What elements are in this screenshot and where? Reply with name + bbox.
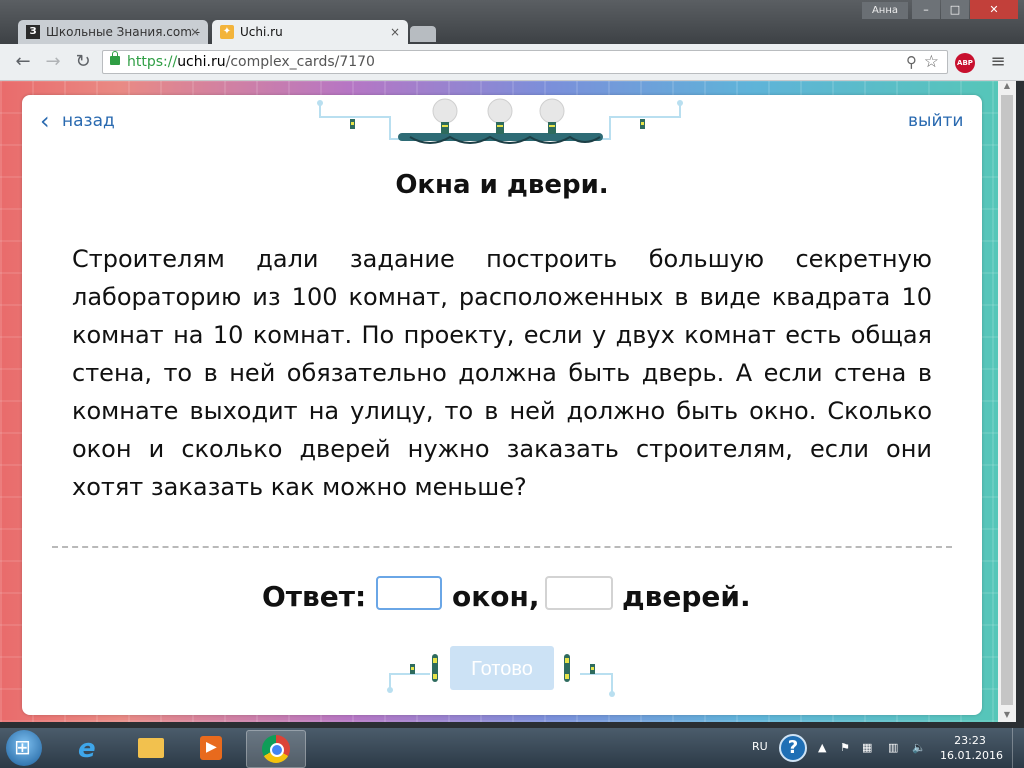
- bookmark-star-icon[interactable]: ☆: [924, 52, 939, 72]
- network-icon[interactable]: ▥: [888, 741, 898, 754]
- answer-row: Ответ: окон, дверей.: [0, 576, 1024, 620]
- scroll-up-icon[interactable]: ▲: [998, 81, 1016, 93]
- file-explorer-icon[interactable]: [124, 730, 176, 766]
- forward-button[interactable]: →: [42, 51, 64, 73]
- exit-link[interactable]: выйти: [908, 110, 963, 132]
- task-title: Окна и двери.: [395, 170, 609, 200]
- address-bar[interactable]: https://uchi.ru/complex_cards/7170 ⚲ ☆: [102, 50, 948, 74]
- chevron-left-icon: ‹: [40, 107, 50, 135]
- clock-date: 16.01.2016: [940, 749, 1003, 762]
- tab-uchi-ru[interactable]: ✦ Uchi.ru ×: [212, 20, 408, 44]
- minimize-button[interactable]: –: [912, 0, 940, 19]
- tab-shkolnye-znaniya[interactable]: З Школьные Знания.com - ×: [18, 20, 208, 44]
- page-scrollbar[interactable]: ▲ ▼: [998, 81, 1016, 722]
- task-text: Строителям дали задание построить большу…: [72, 245, 932, 501]
- show-hidden-icons-icon[interactable]: ▲: [818, 741, 826, 754]
- browser-toolbar: ← → ↻ https://uchi.ru/complex_cards/7170…: [0, 44, 1024, 81]
- reload-button[interactable]: ↻: [72, 51, 94, 73]
- url-text[interactable]: https://uchi.ru/complex_cards/7170: [127, 51, 375, 73]
- system-clock[interactable]: 23:23 16.01.2016: [940, 733, 1003, 763]
- windows-taskbar: e RU ? ▲ ⚑ ▦ ▥ 🔈 23:23 16.01.2016: [0, 728, 1024, 768]
- windows-count-input[interactable]: [376, 576, 442, 610]
- start-button[interactable]: [6, 730, 42, 766]
- help-icon[interactable]: ?: [779, 734, 807, 762]
- clock-time: 23:23: [954, 734, 986, 747]
- dashed-divider: [52, 546, 952, 548]
- windows-update-icon[interactable]: ▦: [862, 741, 872, 754]
- profile-name[interactable]: Анна: [862, 2, 908, 19]
- lock-icon: [110, 51, 120, 65]
- windows-word: окон,: [452, 580, 540, 613]
- scroll-down-icon[interactable]: ▼: [998, 710, 1016, 722]
- doors-word: дверей.: [622, 580, 751, 613]
- internet-explorer-icon[interactable]: e: [64, 730, 116, 766]
- show-desktop-button[interactable]: [1012, 728, 1024, 768]
- chrome-menu-icon[interactable]: ≡: [990, 52, 1006, 72]
- light-bulbs-progress-icon: [317, 98, 683, 144]
- back-button[interactable]: ←: [12, 51, 34, 73]
- back-label: назад: [62, 111, 115, 131]
- uchi-favicon-icon: ✦: [220, 25, 234, 39]
- maximize-button[interactable]: □: [941, 0, 969, 19]
- tab-title: Школьные Знания.com -: [46, 25, 201, 39]
- media-player-icon[interactable]: [184, 730, 236, 766]
- tab-close-icon[interactable]: ×: [190, 20, 200, 44]
- znanija-favicon-icon: З: [26, 25, 40, 39]
- tab-title: Uchi.ru: [240, 25, 283, 39]
- zoom-icon[interactable]: ⚲: [906, 53, 917, 71]
- close-window-button[interactable]: ✕: [970, 0, 1018, 19]
- language-indicator[interactable]: RU: [752, 740, 768, 753]
- tab-close-icon[interactable]: ×: [390, 20, 400, 44]
- doors-count-input[interactable]: [545, 576, 613, 610]
- answer-label: Ответ:: [262, 580, 367, 613]
- ready-button[interactable]: Готово: [450, 646, 554, 690]
- new-tab-button[interactable]: [410, 26, 436, 42]
- chrome-taskbar-icon[interactable]: [246, 730, 306, 768]
- action-center-flag-icon[interactable]: ⚑: [840, 741, 850, 754]
- adblock-plus-icon[interactable]: ABP: [955, 53, 975, 73]
- volume-icon[interactable]: 🔈: [912, 741, 926, 754]
